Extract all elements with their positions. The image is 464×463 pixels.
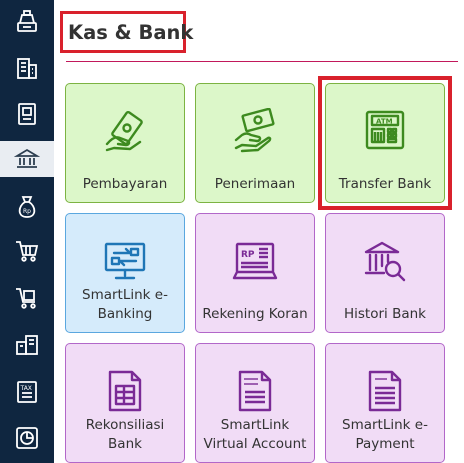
receive-money-icon <box>234 108 275 153</box>
tile-label: Penerimaan <box>214 176 296 192</box>
tile-label: Pembayaran <box>82 176 168 192</box>
tile-label: Rekonsiliasi Bank <box>85 417 165 452</box>
svg-text:ATM: ATM <box>376 118 393 126</box>
tile-icon-wrap <box>100 106 150 156</box>
page-title: Kas & Bank <box>68 20 194 44</box>
tile-smartlink-virtual-account[interactable]: SmartLink Virtual Account <box>195 343 315 463</box>
sidebar-item-cart-box[interactable] <box>0 280 54 316</box>
epayment-document-icon <box>368 370 402 412</box>
bank-search-icon <box>364 241 406 282</box>
tile-label: Rekening Koran <box>202 306 308 322</box>
virtual-account-document-icon <box>238 370 272 412</box>
svg-text:TAX: TAX <box>20 385 32 392</box>
sidebar-item-warehouse[interactable] <box>0 327 54 363</box>
ledger-book-icon <box>18 103 36 125</box>
bank-icon <box>14 148 40 168</box>
warehouse-icon <box>16 335 38 355</box>
sidebar-item-money-bag[interactable]: Rp <box>0 189 54 225</box>
tile-icon-wrap <box>100 366 150 416</box>
sidebar: Rp TAX <box>0 0 54 463</box>
tile-icon-wrap <box>230 366 280 416</box>
tile-pembayaran[interactable]: Pembayaran <box>65 83 185 203</box>
tile-icon-wrap <box>230 106 280 156</box>
sidebar-item-tax[interactable]: TAX <box>0 374 54 410</box>
tile-smartlink-epayment[interactable]: SmartLink e- Payment <box>325 343 445 463</box>
payment-hand-icon <box>105 110 143 152</box>
tile-icon-wrap: ATM <box>360 106 410 156</box>
tile-smartlink-ebanking[interactable]: SmartLink e- Banking <box>65 213 185 333</box>
sidebar-item-building[interactable] <box>0 50 54 86</box>
tile-label: SmartLink e- Payment <box>342 417 428 452</box>
shopping-cart-icon <box>16 241 39 262</box>
reconciliation-document-icon <box>108 370 142 412</box>
tile-label: Transfer Bank <box>338 176 432 192</box>
computer-transfer-icon <box>104 242 146 280</box>
svg-text:Rp: Rp <box>23 208 31 215</box>
sidebar-item-ledger[interactable] <box>0 96 54 132</box>
tile-icon-wrap <box>100 236 150 286</box>
pie-chart-icon <box>16 427 38 449</box>
tax-icon: TAX <box>17 381 37 403</box>
tile-rekening-koran[interactable]: RP Rekening Koran <box>195 213 315 333</box>
tile-label: Histori Bank <box>344 306 426 322</box>
tile-rekonsiliasi-bank[interactable]: Rekonsiliasi Bank <box>65 343 185 463</box>
sidebar-item-cash-register[interactable] <box>0 4 54 40</box>
sidebar-item-bank[interactable] <box>0 141 54 177</box>
tile-histori-bank[interactable]: Histori Bank <box>325 213 445 333</box>
building-icon <box>17 58 37 79</box>
tile-penerimaan[interactable]: Penerimaan <box>195 83 315 203</box>
bank-statement-icon: RP <box>232 242 278 280</box>
tile-icon-wrap <box>360 236 410 286</box>
page-title-box: Kas & Bank <box>60 11 193 53</box>
tile-transfer-bank[interactable]: ATM Transfer Bank <box>325 83 445 203</box>
cash-register-icon <box>17 10 37 32</box>
tile-icon-wrap: RP <box>230 236 280 286</box>
tile-icon-wrap <box>360 366 410 416</box>
tile-label: SmartLink Virtual Account <box>203 417 307 452</box>
sidebar-item-report[interactable] <box>0 420 54 456</box>
tile-label: SmartLink e- Banking <box>82 287 168 322</box>
svg-text:RP: RP <box>241 250 255 260</box>
atm-icon: ATM <box>365 110 405 150</box>
sidebar-item-cart[interactable] <box>0 233 54 269</box>
header-divider <box>66 61 458 62</box>
cart-box-icon <box>16 288 36 309</box>
money-bag-icon: Rp <box>18 196 36 218</box>
